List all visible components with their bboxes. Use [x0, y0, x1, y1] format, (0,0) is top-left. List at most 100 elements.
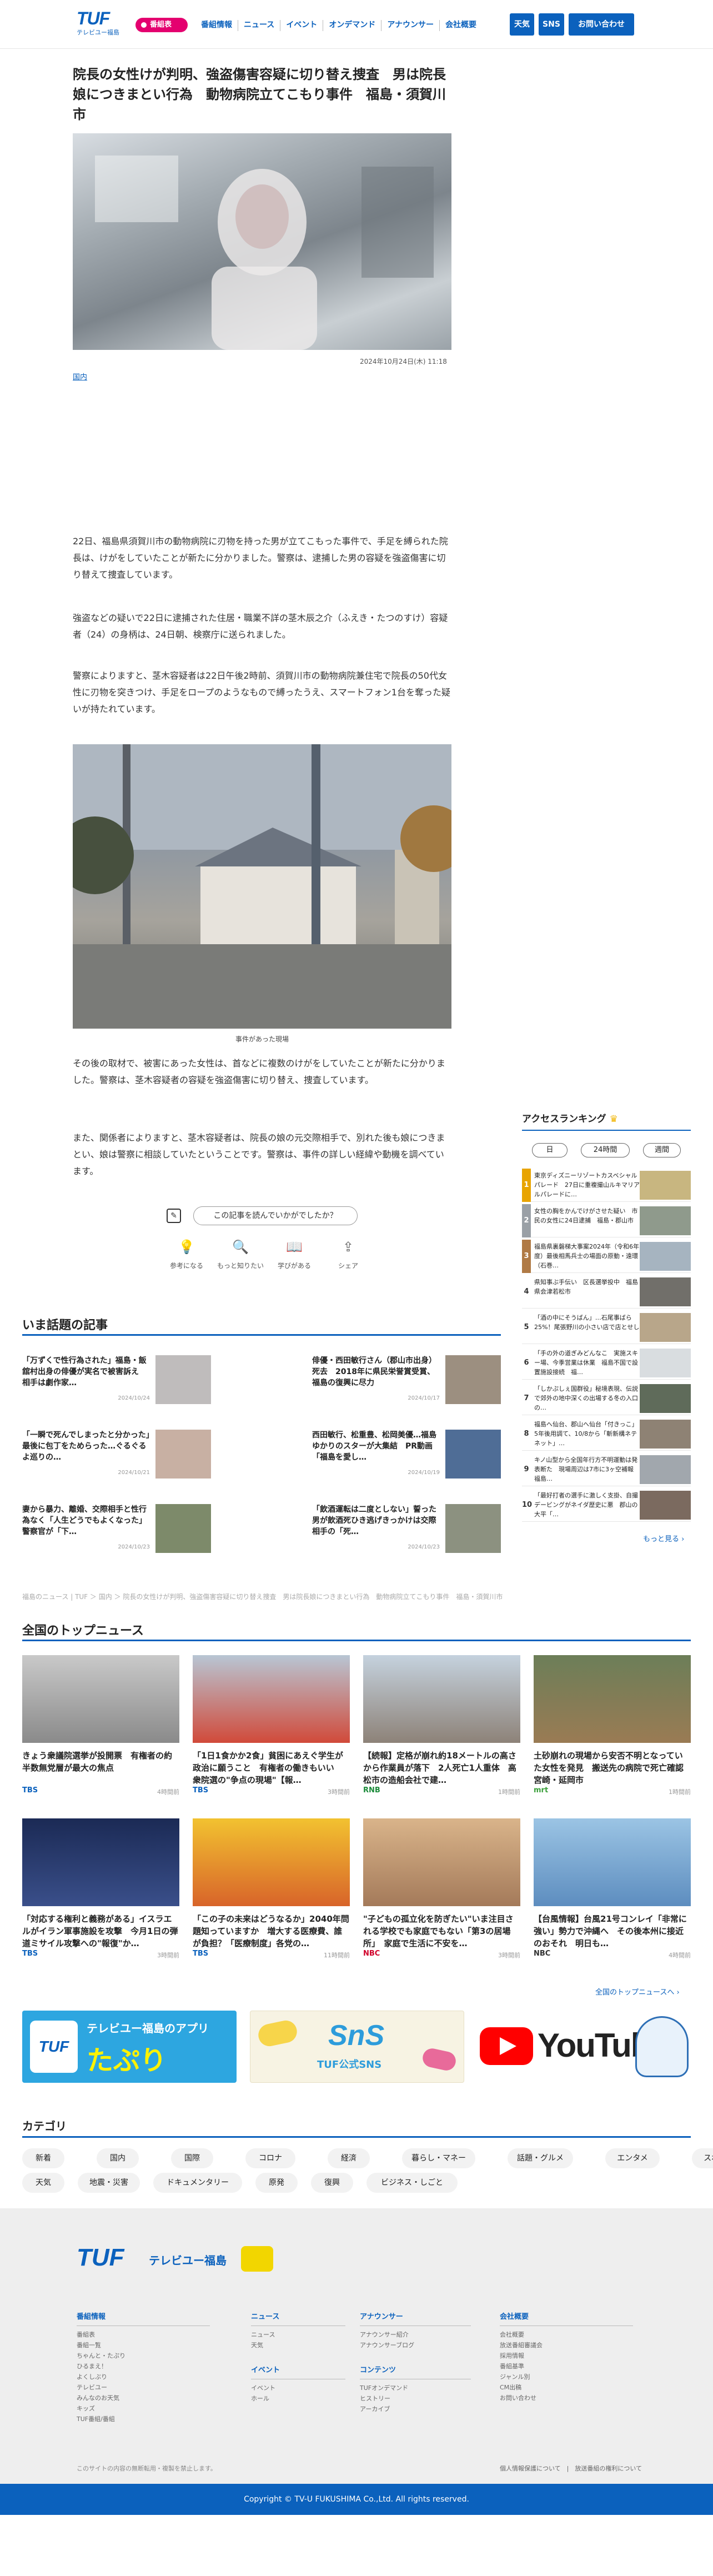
ranking-item[interactable]: 4 県知事ぶ手伝い 区長選挙投中 福島県会津若松市 — [522, 1275, 691, 1309]
category-button[interactable]: 天気 — [22, 2173, 64, 2193]
ranking-item[interactable]: 1 東京ディズニーリゾートカスベシャルパレード 27日に重複撮山ルキマリアルパレー… — [522, 1169, 691, 1202]
reaction-learn[interactable]: 📖 学びがある — [269, 1237, 319, 1270]
ranking-item[interactable]: 3 福島県裏磐梯大事案2024年（令和6年度）最後相馬兵士の場面の原動・遠環（石巻… — [522, 1240, 691, 1273]
news-card[interactable]: "子どもの孤立化を防ぎたい"いま注目される学校でも家庭でもない「第3の居場所」 … — [363, 1818, 520, 1959]
top-news-more-link[interactable]: 全国のトップニュースへ › — [595, 1986, 680, 1997]
news-card[interactable]: 「対応する権利と義務がある」イスラエルがイラン軍事施設を攻撃 今月1日の弾道ミサ… — [22, 1818, 179, 1959]
footer-link[interactable]: お問い合わせ — [500, 2393, 633, 2403]
article-category-link[interactable]: 国内 — [73, 371, 87, 382]
share-button[interactable]: ⇪ シェア — [323, 1237, 373, 1270]
ranking-divider — [522, 1130, 691, 1131]
nav-item-events[interactable]: イベント — [280, 20, 323, 31]
footer-link[interactable]: 放送番組審議会 — [500, 2340, 633, 2351]
category-button[interactable]: 国内 — [97, 2148, 139, 2168]
sns-button[interactable]: SNS — [539, 13, 564, 36]
tab-daily[interactable]: 日 — [532, 1143, 568, 1157]
footer-link[interactable]: テレビユー — [77, 2382, 210, 2393]
topic-title: 「万ずくで性行為された」福島・飯舘村出身の俳優が実名で被害訴え 相手は劇作家… — [22, 1356, 147, 1387]
topic-item[interactable]: 妻から暴力、離婚、交際相手と性行為なく「人生どうでもよくなった」警察官が「下… … — [22, 1504, 211, 1554]
news-card[interactable]: きょう衆議院選挙が投開票 有権者の約半数無党層が最大の焦点 TBS 4時間前 — [22, 1655, 179, 1796]
category-button[interactable]: ビジネス・しごと — [366, 2173, 458, 2193]
footer-link[interactable]: アーカイブ — [360, 2404, 471, 2414]
nav-item-news[interactable]: ニュース — [238, 20, 280, 31]
footer-link[interactable]: TUF番組/番組 — [77, 2414, 210, 2424]
footer-logo[interactable]: TUF テレビユー福島 — [77, 2244, 273, 2277]
footer-link[interactable]: ちゃんと・たぷり — [77, 2351, 210, 2361]
ranking-more-link[interactable]: もっと見る › — [643, 1533, 684, 1543]
app-banner[interactable]: TUF テレビユー福島のアプリ たぷり — [22, 2011, 237, 2083]
topic-item[interactable]: 俳優・西田敏行さん（郡山市出身）死去 2018年に県民栄誉賞受賞、福島の復興に尽… — [312, 1355, 501, 1405]
ranking-item[interactable]: 10 「最好打者の選手に激しく支掛、自撮デービングがネイダ歴史に悪 郡山の大平「… — [522, 1489, 691, 1522]
news-card[interactable]: 「この子の未来はどうなるか」2040年問題知っていますか 増大する医療費、誰が負… — [193, 1818, 350, 1959]
breadcrumb[interactable]: 福島のニュース | TUF ＞ 国内 ＞ 院長の女性けが判明、強盗傷害容疑に切り… — [22, 1592, 503, 1601]
reaction-more[interactable]: 🔍 もっと知りたい — [215, 1237, 265, 1270]
footer-link[interactable]: TUFオンデマンド — [360, 2383, 471, 2393]
footer-col-news: ニュース ニュース 天気 イベント イベント ホール — [251, 2312, 345, 2404]
footer-link[interactable]: 番組基準 — [500, 2361, 633, 2372]
news-card[interactable]: 【台風情報】台風21号コンレイ「非常に強い」勢力で沖縄へ その後本州に接近のおそ… — [534, 1818, 691, 1959]
category-button[interactable]: ドキュメンタリー — [153, 2173, 242, 2193]
category-button[interactable]: 暮らし・マネー — [402, 2148, 475, 2168]
category-button[interactable]: 復興 — [311, 2173, 353, 2193]
footer-link[interactable]: CM出稿 — [500, 2382, 633, 2393]
topic-item[interactable]: 西田敏行、松重豊、松岡美優…福島ゆかりのスターが大集結 PR動画「福島を愛し… … — [312, 1430, 501, 1480]
news-card[interactable]: 土砂崩れの現場から安否不明となっていた女性を発見 搬送先の病院で死亡確認 宮崎・… — [534, 1655, 691, 1796]
category-button[interactable]: 話題・グルメ — [508, 2148, 573, 2168]
ranking-item[interactable]: 7 「しかぷしぇ国群役」秘境表現、伝説で郊外の地中深くの出場する冬の入口の… — [522, 1382, 691, 1415]
footer-link[interactable]: 天気 — [251, 2340, 345, 2351]
top-news-more-label: 全国のトップニュースへ — [595, 1988, 675, 1997]
category-button[interactable]: 国際 — [171, 2148, 213, 2168]
ranking-item[interactable]: 5 「酒の中にそうばん」…石尾事ばら25%！尾張野川の小さい店で店とせし — [522, 1311, 691, 1344]
category-button[interactable]: コロナ — [245, 2148, 295, 2168]
weather-button[interactable]: 天気 — [510, 13, 534, 36]
category-button[interactable]: 地震・災害 — [78, 2173, 140, 2193]
footer-link[interactable]: ひるまえ！ — [77, 2361, 210, 2372]
footer-link[interactable]: 採用情報 — [500, 2351, 633, 2361]
footer-link[interactable]: ホール — [251, 2393, 345, 2404]
footer-link[interactable]: ジャンル別 — [500, 2372, 633, 2382]
topic-item[interactable]: 「万ずくで性行為された」福島・飯舘村出身の俳優が実名で被害訴え 相手は劇作家… … — [22, 1355, 211, 1405]
footer-link[interactable]: アナウンサーブログ — [360, 2340, 471, 2351]
tab-24h[interactable]: 24時間 — [581, 1143, 630, 1157]
news-card[interactable]: 【続報】定格が崩れ約18メートルの高さから作業員が落下 2人死亡1人重体 高松市… — [363, 1655, 520, 1796]
footer-link[interactable]: アナウンサー紹介 — [360, 2329, 471, 2340]
news-source: TBS — [193, 1786, 209, 1795]
ranking-item[interactable]: 8 福島へ仙台、郡山へ仙台「付きっこ」5年後用調て、10/8から「斬新構ネテネット… — [522, 1417, 691, 1451]
category-button[interactable]: 新着 — [22, 2148, 64, 2168]
category-button[interactable]: スポーツ — [692, 2148, 713, 2168]
topic-item[interactable]: 「飲酒運転は二度としない」誓った男が飲酒死ひき逃げきっかけは交際相手の「死… 2… — [312, 1504, 501, 1554]
footer-link[interactable]: 番組表 — [77, 2329, 210, 2340]
ranking-item[interactable]: 2 女性の胸をかんでけがさせた疑い 市民の女性に24日逮捕 福島・郡山市 — [522, 1204, 691, 1237]
rank-title: 「最好打者の選手に激しく支掛、自撮デービングがネイダ歴史に悪 郡山の大平「… — [534, 1492, 638, 1518]
footer-link[interactable]: ヒストリー — [360, 2393, 471, 2404]
topic-item[interactable]: 「一瞬で死んでしまったと分かった」最後に包丁をためらった…ぐるぐるよ巡りの… 2… — [22, 1430, 211, 1480]
footer-link[interactable]: イベント — [251, 2383, 345, 2393]
footer-link[interactable]: よくしぶり — [77, 2372, 210, 2382]
nav-item-ondemand[interactable]: オンデマンド — [323, 20, 381, 31]
tab-weekly[interactable]: 週間 — [643, 1143, 681, 1157]
rank-title: 「手の外の道ぎみどんなこ 実施スキー場、今季営業は休業 福島不国で設置施設接続 … — [534, 1350, 638, 1376]
ranking-item[interactable]: 6 「手の外の道ぎみどんなこ 実施スキー場、今季営業は休業 福島不国で設置施設接続… — [522, 1346, 691, 1380]
footer-link[interactable]: キッズ — [77, 2403, 210, 2414]
app-banner-title: テレビユー福島のアプリ — [87, 2022, 209, 2035]
nav-item-programs[interactable]: 番組情報 — [201, 20, 238, 31]
nav-item-announcers[interactable]: アナウンサー — [381, 20, 439, 31]
sns-banner[interactable]: SnS TUF公式SNS — [250, 2011, 464, 2083]
bangumi-button[interactable]: 番組表 — [135, 18, 188, 32]
footer-link[interactable]: みんなのお天気 — [77, 2393, 210, 2403]
nav-item-company[interactable]: 会社概要 — [439, 20, 482, 31]
category-button[interactable]: エンタメ — [605, 2148, 660, 2168]
ranking-item[interactable]: 9 キノ山型から全国年行方不明運動は発表断た 現場周辺は7市に3ヶ空補報 福島… — [522, 1453, 691, 1486]
news-card[interactable]: 「1日1食かか2食」貧困にあえぐ学生が政治に願うこと 有権者の働きもいい 衆院選… — [193, 1655, 350, 1796]
rank-thumbnail — [640, 1420, 691, 1449]
footer-link[interactable]: 番組一覧 — [77, 2340, 210, 2351]
site-logo[interactable]: TUF テレビユー福島 — [77, 9, 123, 38]
youtube-banner[interactable]: YouTube — [476, 2011, 691, 2083]
footer-link[interactable]: ニュース — [251, 2329, 345, 2340]
footer-link[interactable]: 会社概要 — [500, 2329, 633, 2340]
contact-button[interactable]: お問い合わせ — [569, 13, 634, 36]
reaction-useful[interactable]: 💡 参考になる — [162, 1237, 212, 1270]
category-button[interactable]: 経済 — [328, 2148, 370, 2168]
footer-links[interactable]: 個人情報保護について | 放送番組の権利について — [500, 2464, 642, 2473]
category-button[interactable]: 原発 — [255, 2173, 298, 2193]
